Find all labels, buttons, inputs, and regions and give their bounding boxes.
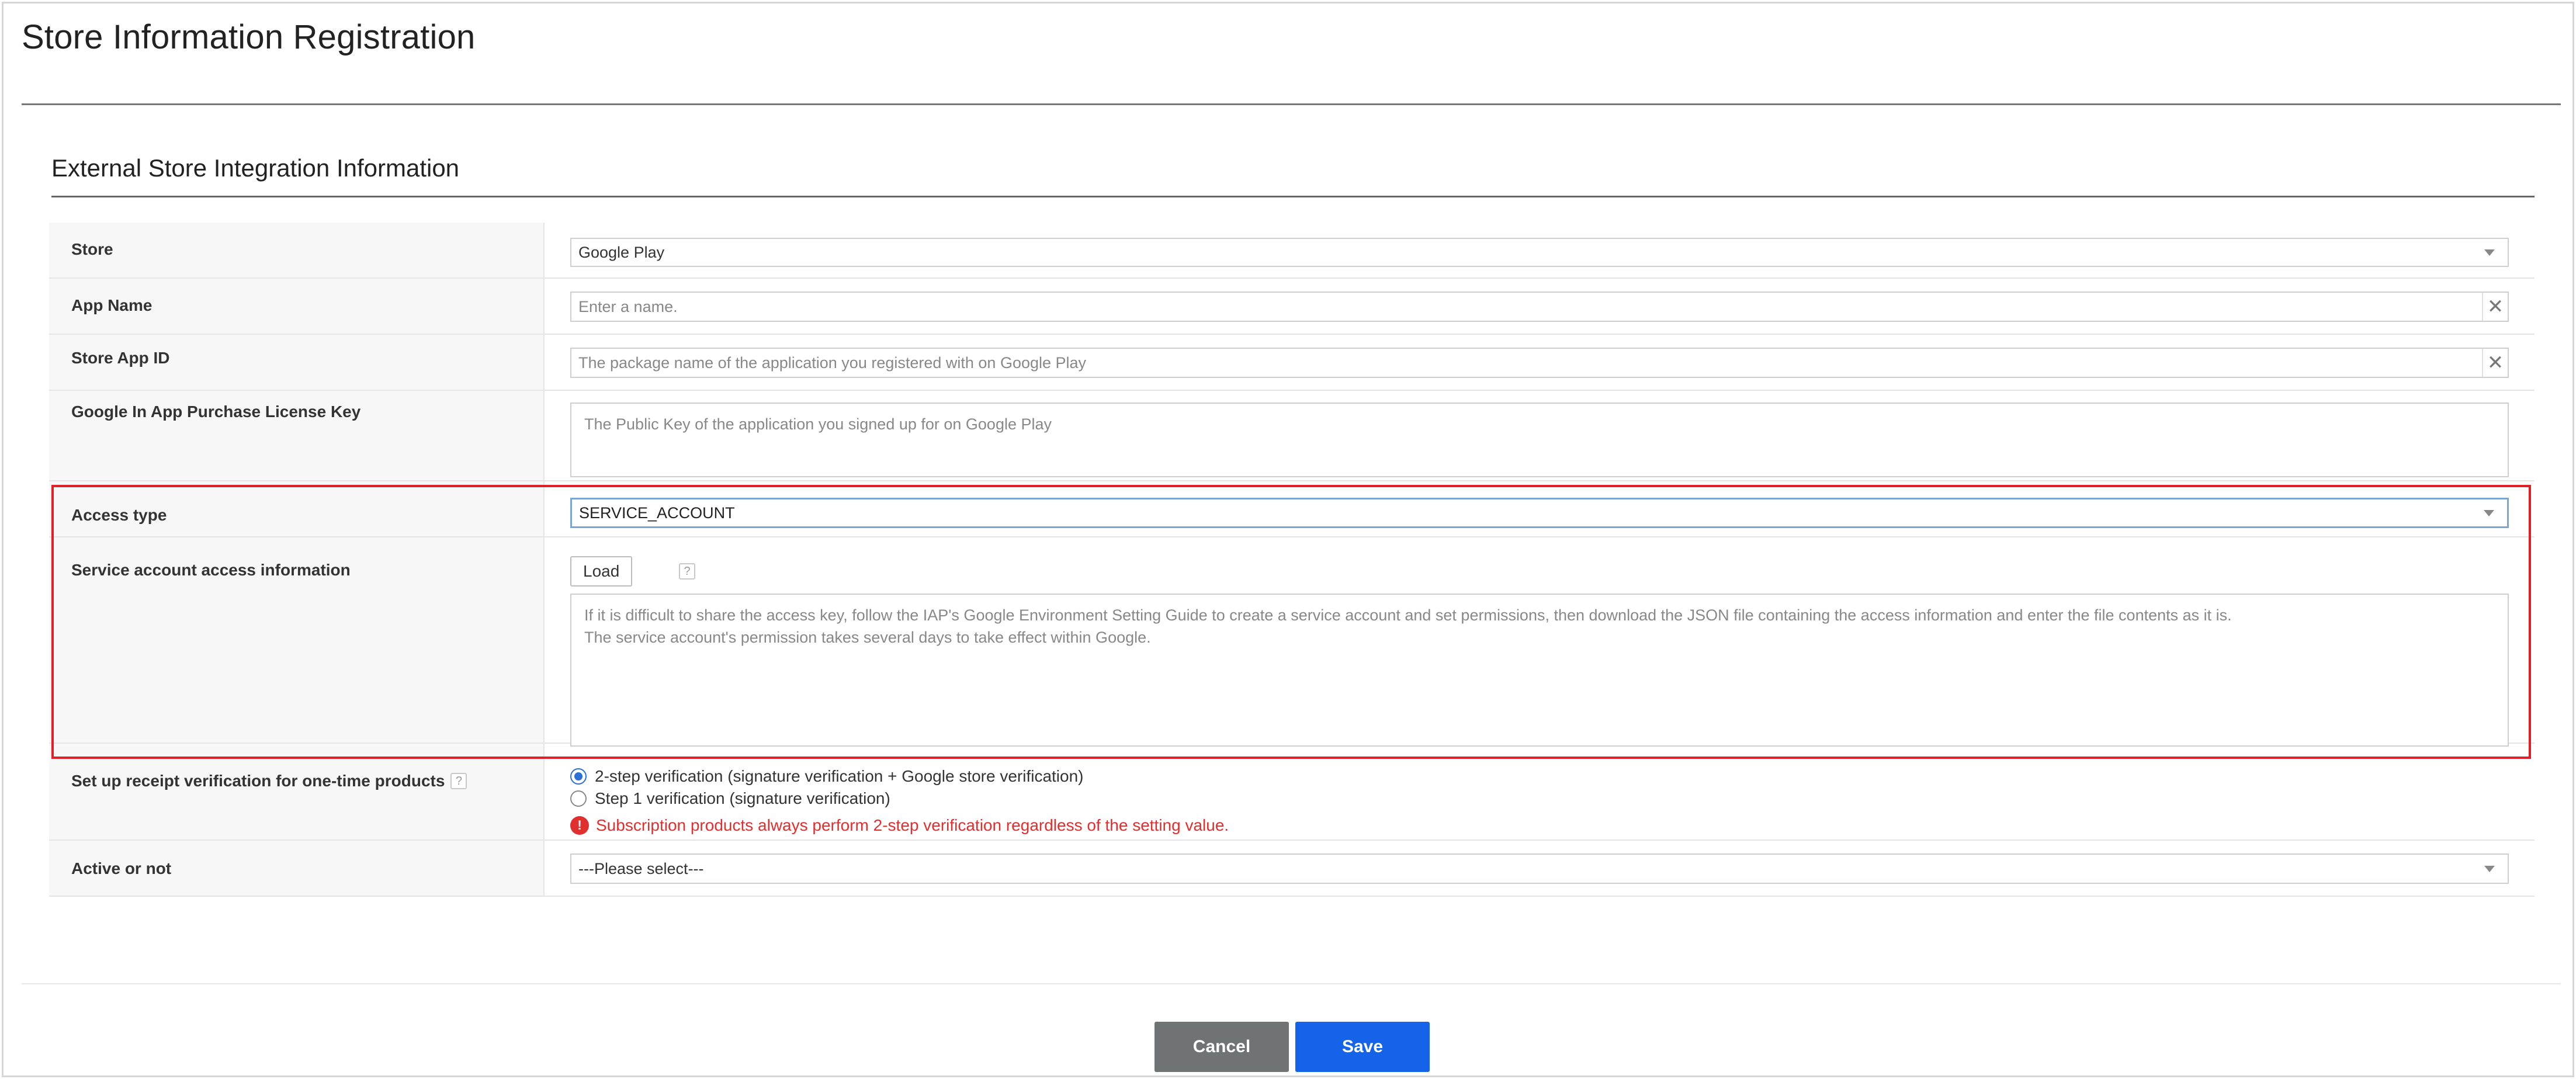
- cancel-button[interactable]: Cancel: [1154, 1022, 1289, 1072]
- form-row-store-app-id: Store App ID The package name of the app…: [49, 335, 2535, 391]
- warning-icon: !: [570, 816, 589, 835]
- form-row-service-account: Service account access information Load …: [49, 537, 2535, 747]
- app-name-label: App Name: [71, 296, 152, 315]
- form-row-access-type: Access type SERVICE_ACCOUNT: [49, 481, 2535, 537]
- section-divider: [51, 196, 2535, 197]
- license-key-label-text: Google In App Purchase License Key: [71, 403, 361, 421]
- access-type-select-value: SERVICE_ACCOUNT: [579, 504, 735, 522]
- radio-button[interactable]: [570, 790, 587, 807]
- page-title: Store Information Registration: [22, 18, 476, 56]
- save-button[interactable]: Save: [1295, 1022, 1430, 1072]
- access-type-label-text: Access type: [71, 506, 167, 524]
- store-app-id-label-text: Store App ID: [71, 349, 170, 367]
- store-app-id-placeholder: The package name of the application you …: [578, 353, 1087, 372]
- clear-icon[interactable]: ✕: [2482, 349, 2508, 377]
- license-key-textarea[interactable]: The Public Key of the application you si…: [570, 403, 2509, 477]
- help-icon[interactable]: ?: [450, 773, 467, 789]
- form-row-license-key: Google In App Purchase License Key The P…: [49, 391, 2535, 481]
- title-divider: [22, 103, 2561, 105]
- footer-divider: [22, 983, 2561, 984]
- app-name-label-text: App Name: [71, 296, 152, 314]
- store-app-id-label: Store App ID: [71, 349, 170, 367]
- access-type-select[interactable]: SERVICE_ACCOUNT: [570, 498, 2509, 528]
- license-key-label: Google In App Purchase License Key: [71, 403, 360, 421]
- active-label-text: Active or not: [71, 859, 172, 877]
- service-account-textarea[interactable]: If it is difficult to share the access k…: [570, 594, 2509, 747]
- load-button[interactable]: Load: [570, 556, 633, 587]
- app-name-placeholder: Enter a name.: [578, 297, 678, 315]
- label-cell: [49, 223, 545, 277]
- form-row-app-name: App Name Enter a name. ✕: [49, 279, 2535, 335]
- form-row-active: Active or not ---Please select---: [49, 841, 2535, 897]
- form-row-store: Store Google Play: [49, 223, 2535, 279]
- section-title: External Store Integration Information: [51, 154, 460, 182]
- chevron-down-icon: [2484, 249, 2495, 256]
- label-cell: [49, 744, 545, 839]
- service-account-label: Service account access information: [71, 561, 351, 580]
- receipt-verification-label-text: Set up receipt verification for one-time…: [71, 772, 445, 790]
- clear-icon[interactable]: ✕: [2482, 293, 2508, 321]
- subscription-warning-text: Subscription products always perform 2-s…: [596, 816, 1229, 834]
- access-type-label: Access type: [71, 506, 167, 525]
- receipt-verification-label: Set up receipt verification for one-time…: [71, 772, 467, 790]
- form-row-receipt-verification: Set up receipt verification for one-time…: [49, 744, 2535, 841]
- page-frame: Store Information Registration External …: [2, 2, 2574, 1077]
- store-label-text: Store: [71, 240, 113, 258]
- app-name-input[interactable]: Enter a name. ✕: [570, 292, 2509, 322]
- radio-two-step-label: 2-step verification (signature verificat…: [595, 767, 1084, 785]
- active-select-value: ---Please select---: [578, 859, 704, 877]
- store-app-id-input[interactable]: The package name of the application you …: [570, 348, 2509, 378]
- service-account-placeholder-line1: If it is difficult to share the access k…: [584, 606, 2232, 624]
- license-key-placeholder: The Public Key of the application you si…: [584, 415, 1052, 433]
- service-account-placeholder-line2: The service account's permission takes s…: [584, 629, 1151, 646]
- chevron-down-icon: [2484, 510, 2494, 516]
- active-label: Active or not: [71, 859, 171, 878]
- radio-one-step[interactable]: Step 1 verification (signature verificat…: [570, 789, 890, 808]
- active-select[interactable]: ---Please select---: [570, 854, 2509, 884]
- store-label: Store: [71, 240, 113, 259]
- help-icon[interactable]: ?: [679, 563, 695, 580]
- store-select[interactable]: Google Play: [570, 238, 2509, 267]
- radio-two-step[interactable]: 2-step verification (signature verificat…: [570, 767, 1084, 786]
- radio-button-checked[interactable]: [570, 768, 587, 785]
- subscription-warning: ! Subscription products always perform 2…: [570, 816, 1229, 835]
- radio-one-step-label: Step 1 verification (signature verificat…: [595, 789, 890, 807]
- chevron-down-icon: [2484, 866, 2495, 872]
- store-select-value: Google Play: [578, 243, 665, 261]
- service-account-label-text: Service account access information: [71, 561, 351, 579]
